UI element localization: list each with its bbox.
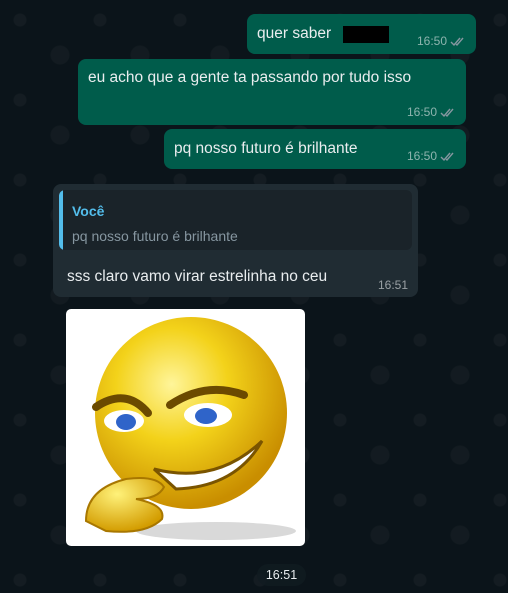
double-check-icon [440, 108, 454, 117]
message-time: 16:50 [416, 34, 447, 48]
message-text: eu acho que a gente ta passando por tudo… [88, 69, 412, 86]
message-meta: 16:51 [378, 278, 408, 292]
outgoing-message[interactable]: pq nosso futuro é brilhante 16:50 [164, 129, 466, 169]
double-check-icon [440, 152, 454, 161]
quoted-reply[interactable]: Você pq nosso futuro é brilhante [59, 190, 412, 250]
message-time: 16:50 [406, 149, 437, 163]
message-meta: 16:50 [417, 34, 466, 48]
message-text: sss claro vamo virar estrelinha no ceu [67, 268, 328, 285]
message-time: 16:50 [406, 105, 437, 119]
message-time: 16:51 [377, 278, 408, 292]
message-text: quer saber [257, 25, 332, 42]
outgoing-message[interactable]: quer saber 16:50 [247, 14, 476, 54]
angry-smiley-sticker [84, 317, 296, 540]
double-check-icon [450, 37, 464, 46]
chat-area[interactable]: quer saber 16:50 eu acho que a gente ta … [0, 0, 508, 593]
reply-accent-bar [59, 190, 63, 250]
redacted-block [343, 26, 389, 43]
reply-author: Você [72, 203, 105, 219]
message-text: pq nosso futuro é brilhante [174, 140, 358, 157]
reply-text: pq nosso futuro é brilhante [72, 228, 238, 244]
sticker-time: 16:51 [257, 564, 306, 586]
incoming-message[interactable]: Você pq nosso futuro é brilhante sss cla… [53, 184, 418, 297]
message-meta: 16:50 [407, 105, 456, 119]
outgoing-message[interactable]: eu acho que a gente ta passando por tudo… [78, 59, 466, 125]
sticker-image[interactable] [66, 309, 305, 546]
message-meta: 16:50 [407, 149, 456, 163]
